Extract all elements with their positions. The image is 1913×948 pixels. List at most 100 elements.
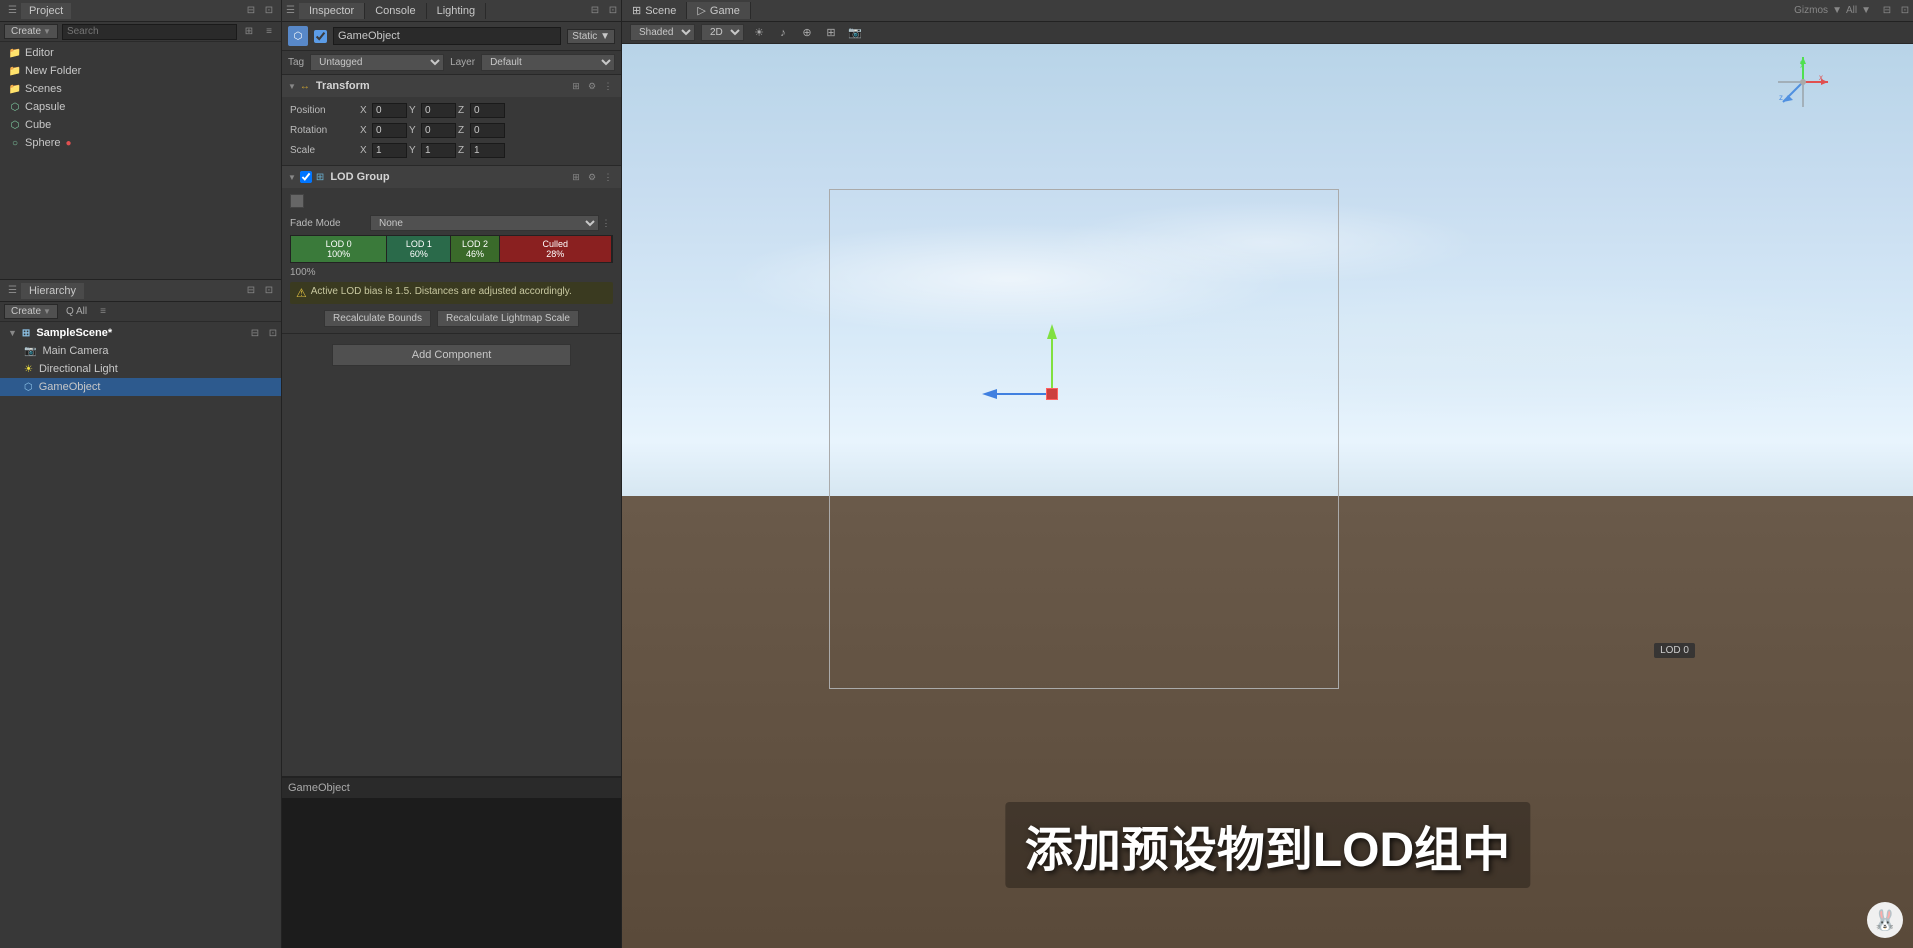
vr-toggle-icon[interactable]: ⊕ — [798, 24, 816, 42]
hier-item-maincamera[interactable]: 📷 Main Camera — [0, 342, 281, 360]
hierarchy-create-btn[interactable]: Create ▼ — [4, 304, 58, 319]
scale-y-group: Y — [409, 143, 456, 158]
transform-script-icon[interactable]: ⊞ — [569, 79, 583, 93]
create-chevron-icon: ▼ — [43, 27, 51, 36]
pos-x-input[interactable] — [372, 103, 407, 118]
scale-x-input[interactable] — [372, 143, 407, 158]
audio-toggle-icon[interactable]: ♪ — [774, 24, 792, 42]
lod-settings-icon[interactable]: ⚙ — [585, 170, 599, 184]
inspector-minimize-btn[interactable]: ⊟ — [587, 3, 603, 19]
light-icon: ☀ — [24, 364, 33, 375]
hierarchy-tab[interactable]: Hierarchy — [21, 283, 84, 299]
recalculate-lightmap-btn[interactable]: Recalculate Lightmap Scale — [437, 310, 579, 327]
add-component-section: Add Component — [282, 334, 621, 376]
selection-rect — [829, 189, 1339, 689]
culled-segment[interactable]: Culled 28% — [500, 236, 612, 262]
layer-dropdown[interactable]: Default — [481, 54, 615, 71]
inspector-maximize-btn[interactable]: ⊡ — [605, 3, 621, 19]
lod0-segment[interactable]: LOD 0 100% — [291, 236, 387, 262]
gameobject-active-checkbox[interactable] — [314, 30, 327, 43]
gizmos-arrow-icon: ▼ — [1832, 5, 1842, 16]
lod-body: Fade Mode None ⋮ LOD 0 100% LOD 1 — [282, 188, 621, 333]
hierarchy-filter-icon[interactable]: ≡ — [95, 304, 111, 320]
project-search-input[interactable] — [62, 24, 237, 40]
scale-z-group: Z — [458, 143, 505, 158]
lod-header[interactable]: ▼ ⊞ LOD Group ⊞ ⚙ ⋮ — [282, 166, 621, 188]
lighting-toggle-icon[interactable]: ☀ — [750, 24, 768, 42]
project-corner-btns: ⊟ ⊡ — [243, 3, 277, 19]
scene-maximize-btn[interactable]: ⊡ — [1897, 3, 1913, 19]
transform-header[interactable]: ▼ ↔ Transform ⊞ ⚙ ⋮ — [282, 75, 621, 97]
transform-settings-icon[interactable]: ⚙ — [585, 79, 599, 93]
hier-scene-expand-btn[interactable]: ⊡ — [265, 325, 281, 341]
inspector-corner-btns: ⊟ ⊡ — [587, 3, 621, 19]
tag-layer-row: Tag Untagged Layer Default — [282, 51, 621, 75]
project-panel: ☰ Project ⊟ ⊡ Create ▼ ⊞ ≡ — [0, 0, 281, 280]
rot-x-input[interactable] — [372, 123, 407, 138]
project-create-btn[interactable]: Create ▼ — [4, 24, 58, 39]
pos-y-group: Y — [409, 103, 456, 118]
tree-item-capsule[interactable]: ⬡ Capsule — [0, 98, 281, 116]
static-dropdown[interactable]: Static ▼ — [567, 29, 615, 44]
gameobject-name-input[interactable] — [333, 27, 561, 45]
tree-item-newfolder[interactable]: 📁 New Folder — [0, 62, 281, 80]
console-tab[interactable]: Console — [365, 3, 426, 19]
grid-toggle-icon[interactable]: ⊞ — [822, 24, 840, 42]
tree-item-cube[interactable]: ⬡ Cube — [0, 116, 281, 134]
game-tab[interactable]: ▷ Game — [687, 2, 750, 19]
inspector-tab[interactable]: Inspector — [299, 3, 365, 19]
hier-scene-minimize-btn[interactable]: ⊟ — [247, 325, 263, 341]
hier-item-gameobject[interactable]: ⬡ GameObject — [0, 378, 281, 396]
gameobject-header: ⬡ Static ▼ — [282, 22, 621, 51]
project-content: 📁 Editor 📁 New Folder 📁 Scenes ⬡ Capsule… — [0, 42, 281, 279]
scene-viewport[interactable]: LOD 0 添加预设物到LOD组中 — [622, 44, 1913, 948]
pos-x-group: X — [360, 103, 407, 118]
lod1-segment[interactable]: LOD 1 60% — [387, 236, 451, 262]
lod-script-icon[interactable]: ⊞ — [569, 170, 583, 184]
fade-menu-icon[interactable]: ⋮ — [599, 216, 613, 230]
project-view-icon[interactable]: ≡ — [261, 24, 277, 40]
rot-y-input[interactable] — [421, 123, 456, 138]
tree-item-editor[interactable]: 📁 Editor — [0, 44, 281, 62]
dimension-dropdown[interactable]: 2D — [701, 24, 744, 41]
scene-tab[interactable]: ⊞ Scene — [622, 2, 687, 19]
project-tab[interactable]: Project — [21, 3, 71, 19]
scene-tab-icon: ⊞ — [632, 4, 641, 17]
hierarchy-maximize-btn[interactable]: ⊡ — [261, 283, 277, 299]
tree-item-scenes[interactable]: 📁 Scenes — [0, 80, 281, 98]
left-panel: ☰ Project ⊟ ⊡ Create ▼ ⊞ ≡ — [0, 0, 282, 948]
transform-menu-icon[interactable]: ⋮ — [601, 79, 615, 93]
main-layout: ☰ Project ⊟ ⊡ Create ▼ ⊞ ≡ — [0, 0, 1913, 948]
project-maximize-btn[interactable]: ⊡ — [261, 3, 277, 19]
pos-z-input[interactable] — [470, 103, 505, 118]
tag-dropdown[interactable]: Untagged — [310, 54, 444, 71]
transform-icon: ↔ — [300, 81, 310, 92]
lod2-segment[interactable]: LOD 2 46% — [451, 236, 499, 262]
project-minimize-btn[interactable]: ⊟ — [243, 3, 259, 19]
scale-z-input[interactable] — [470, 143, 505, 158]
hier-item-directionallight[interactable]: ☀ Directional Light — [0, 360, 281, 378]
recalculate-bounds-btn[interactable]: Recalculate Bounds — [324, 310, 431, 327]
add-component-btn[interactable]: Add Component — [332, 344, 571, 366]
transform-controls: ⊞ ⚙ ⋮ — [569, 79, 615, 93]
scale-y-input[interactable] — [421, 143, 456, 158]
hierarchy-minimize-btn[interactable]: ⊟ — [243, 283, 259, 299]
lighting-tab[interactable]: Lighting — [427, 3, 487, 19]
lod-menu-icon[interactable]: ⋮ — [601, 170, 615, 184]
pos-y-input[interactable] — [421, 103, 456, 118]
tree-item-sphere[interactable]: ○ Sphere ● — [0, 134, 281, 152]
scale-label: Scale — [290, 145, 360, 156]
scene-minimize-btn[interactable]: ⊟ — [1879, 3, 1895, 19]
shading-dropdown[interactable]: Shaded — [630, 24, 695, 41]
lod-active-checkbox[interactable] — [300, 171, 312, 183]
hierarchy-corner-btns: ⊟ ⊡ — [243, 283, 277, 299]
hier-item-samplescene[interactable]: ▼ ⊞ SampleScene* ⊟ ⊡ — [0, 324, 281, 342]
project-filter-icon[interactable]: ⊞ — [241, 24, 257, 40]
view-tab-bar: ⊞ Scene ▷ Game Gizmos ▼ All ▼ ⊟ ⊡ — [622, 0, 1913, 22]
fade-mode-dropdown[interactable]: None — [370, 215, 599, 231]
camera-toggle-icon[interactable]: 📷 — [846, 24, 864, 42]
scale-row: Scale X Y Z — [290, 141, 613, 159]
hierarchy-tab-bar: ☰ Hierarchy ⊟ ⊡ — [0, 280, 281, 302]
rot-z-input[interactable] — [470, 123, 505, 138]
right-panel: ⊞ Scene ▷ Game Gizmos ▼ All ▼ ⊟ ⊡ — [622, 0, 1913, 948]
